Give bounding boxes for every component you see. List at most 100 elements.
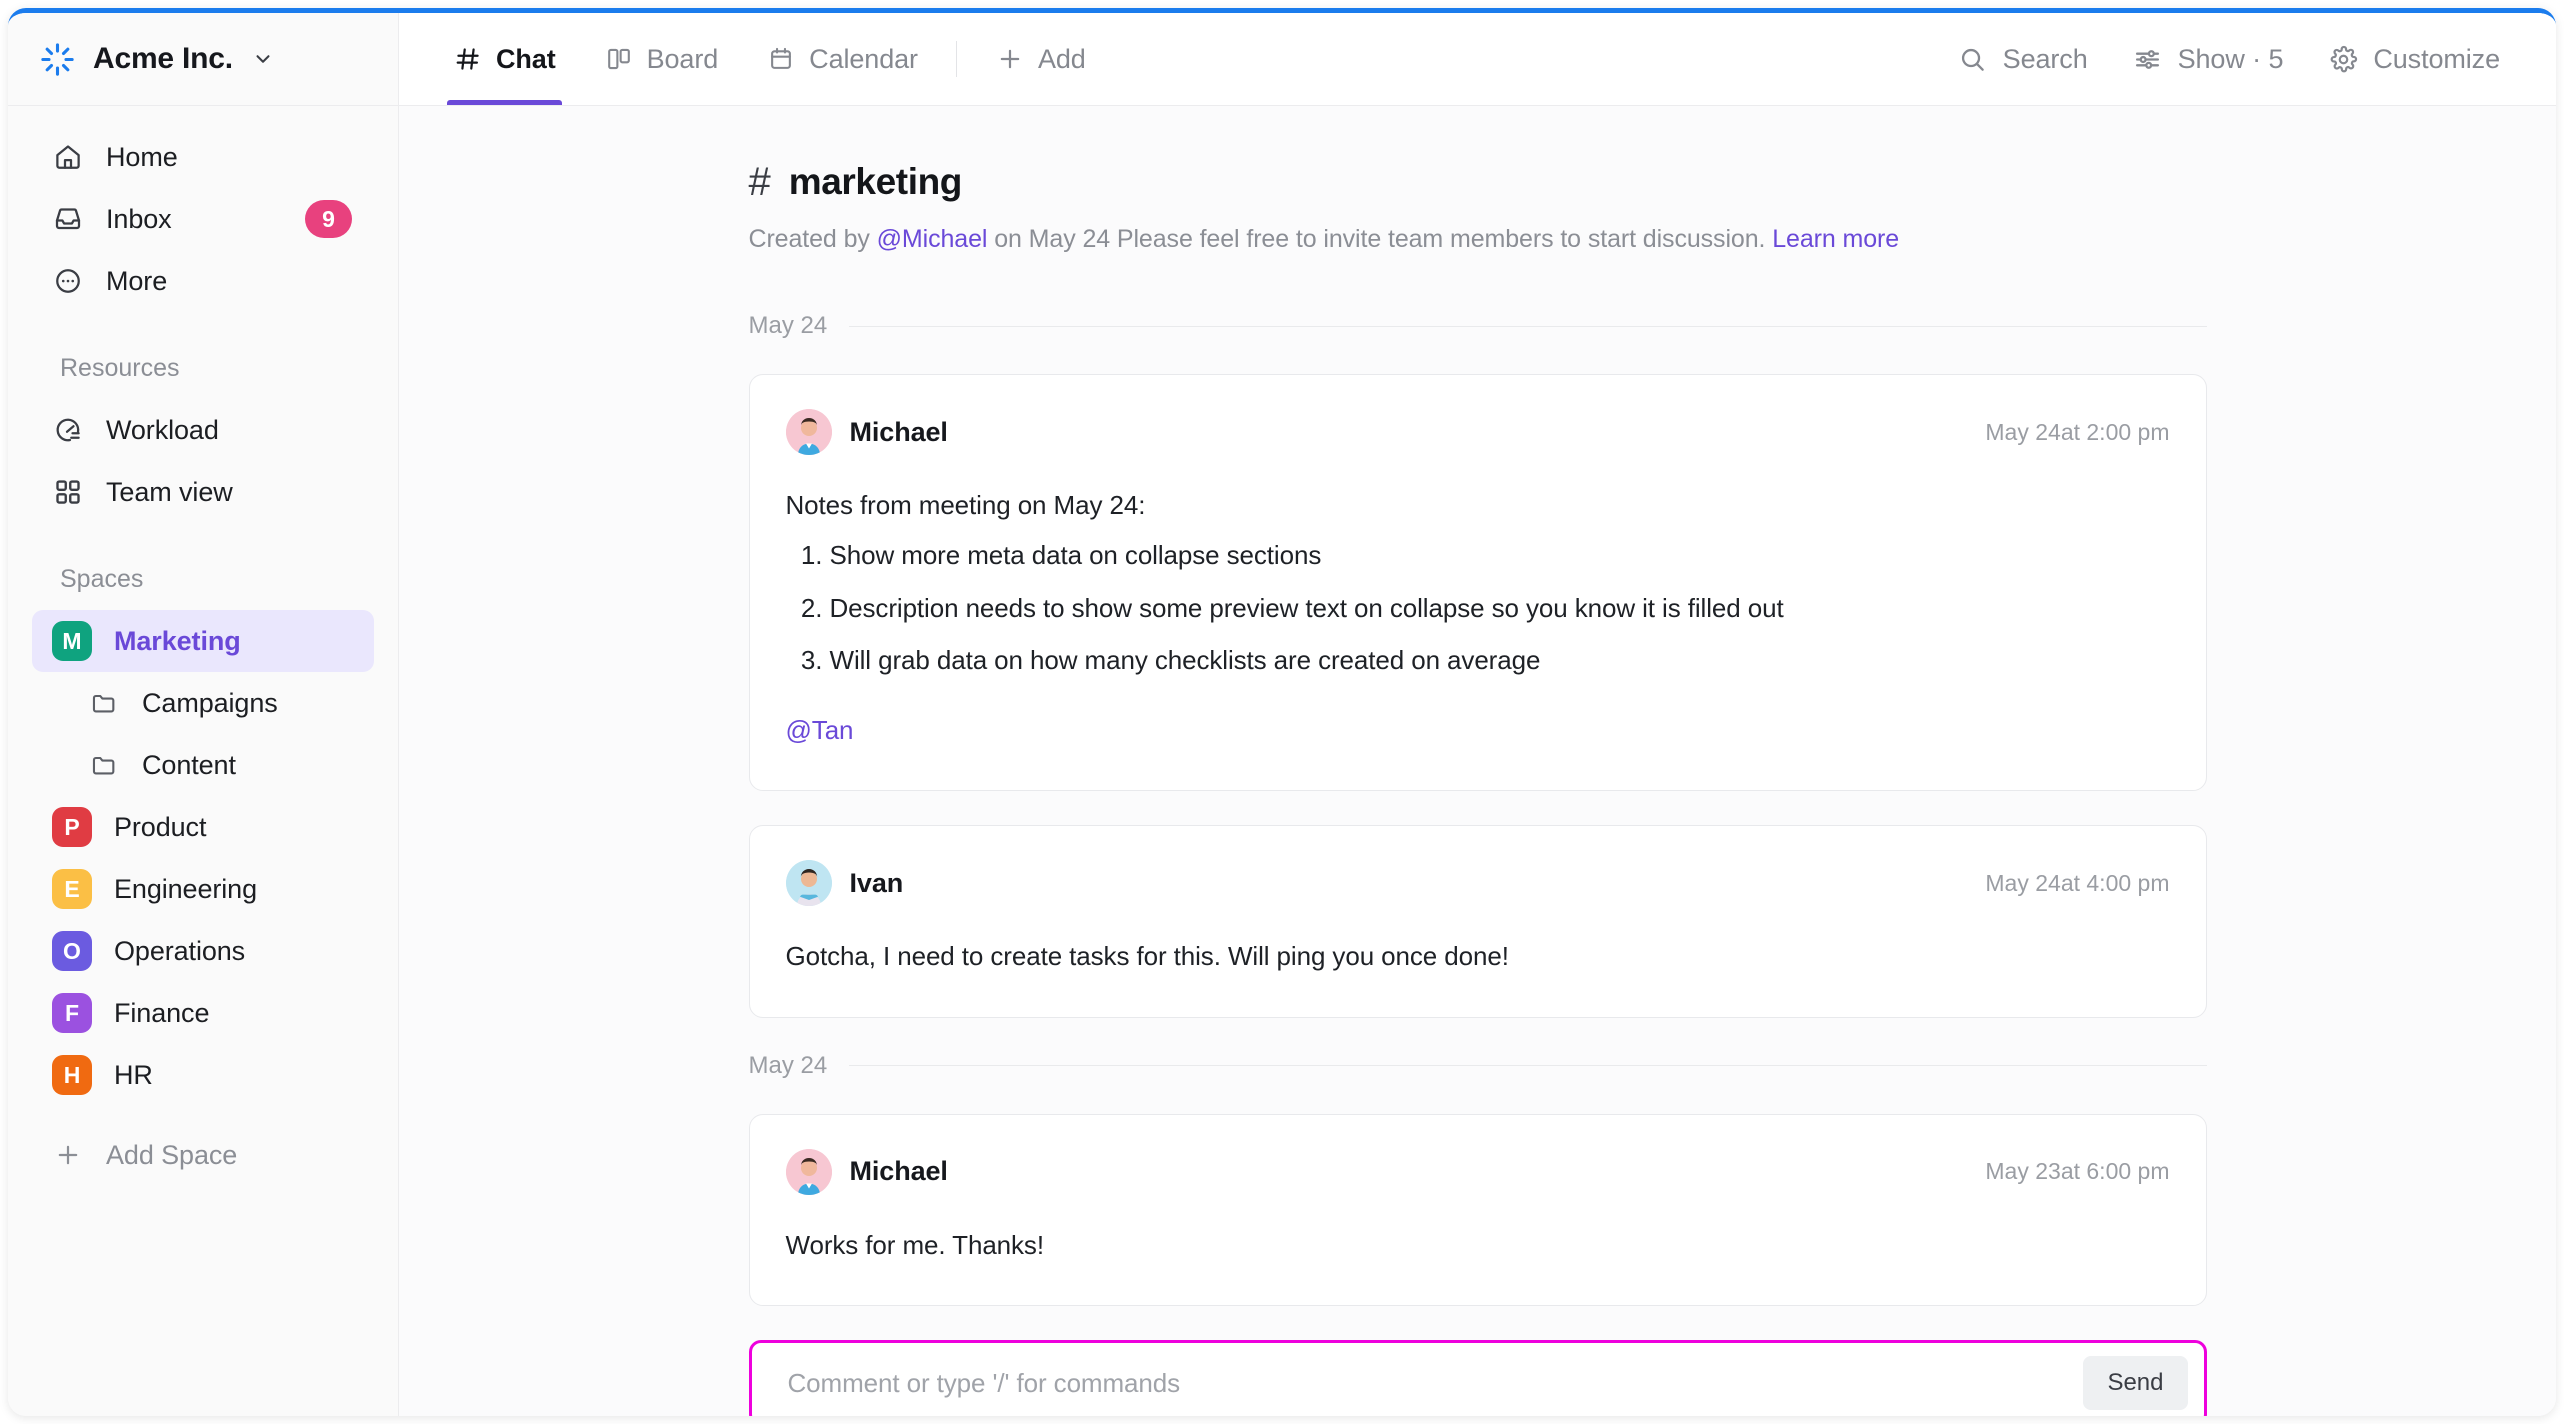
message-header: Michael May 24at 2:00 pm (786, 409, 2170, 455)
resources-group-title: Resources (8, 354, 398, 383)
message-timestamp: May 24at 2:00 pm (1985, 419, 2169, 446)
workspace-name: Acme Inc. (93, 42, 233, 76)
main-area: Chat Board (399, 13, 2556, 1416)
message-text: Works for me. Thanks! (786, 1225, 2170, 1265)
gear-icon (2327, 43, 2359, 75)
hash-icon: # (749, 162, 771, 202)
sidebar-item-label: Workload (106, 415, 219, 446)
space-avatar: H (52, 1055, 92, 1095)
space-label: Finance (114, 998, 209, 1029)
sidebar-space-hr[interactable]: H HR (32, 1044, 374, 1106)
date-divider: May 24 (749, 312, 2207, 340)
tab-board[interactable]: Board (580, 13, 743, 105)
sidebar-space-finance[interactable]: F Finance (32, 982, 374, 1044)
date-label: May 24 (749, 312, 828, 340)
message-timestamp: May 23at 6:00 pm (1985, 1158, 2169, 1185)
show-label: Show · 5 (2178, 44, 2284, 75)
channel-name: marketing (789, 161, 962, 203)
search-label: Search (2003, 44, 2088, 75)
divider-line (849, 326, 2206, 327)
plus-icon (52, 1139, 84, 1171)
date-divider: May 24 (749, 1052, 2207, 1080)
list-item: Show more meta data on collapse sections (830, 535, 2170, 575)
sidebar-item-more[interactable]: More (32, 250, 374, 312)
sidebar-item-workload[interactable]: Workload (32, 399, 374, 461)
ellipsis-circle-icon (52, 265, 84, 297)
sidebar-item-team-view[interactable]: Team view (32, 461, 374, 523)
message-body: Gotcha, I need to create tasks for this.… (786, 936, 2170, 976)
workspace-switcher[interactable]: Acme Inc. (8, 13, 398, 106)
inbox-badge: 9 (305, 200, 352, 238)
chevron-down-icon[interactable] (252, 48, 274, 70)
spaces-group-title: Spaces (8, 565, 398, 594)
chat-content: # marketing Created by @Michael on May 2… (399, 106, 2556, 1416)
message-author: Michael (850, 1156, 948, 1187)
add-space-button[interactable]: Add Space (32, 1124, 374, 1186)
sidebar: Acme Inc. Home (8, 13, 399, 1416)
send-button[interactable]: Send (2083, 1356, 2187, 1410)
sidebar-folder-content[interactable]: Content (32, 734, 374, 796)
message-timestamp: May 24at 4:00 pm (1985, 870, 2169, 897)
list-item: Description needs to show some preview t… (830, 588, 2170, 628)
learn-more-link[interactable]: Learn more (1772, 225, 1899, 253)
message-card: Michael May 23at 6:00 pm Works for me. T… (749, 1114, 2207, 1306)
tab-label: Calendar (809, 44, 918, 75)
message-body: Notes from meeting on May 24: Show more … (786, 485, 2170, 750)
sidebar-item-label: Inbox (106, 204, 172, 235)
comment-input[interactable] (788, 1368, 2084, 1399)
created-middle: on May 24 Please feel free to invite tea… (987, 225, 1772, 253)
tab-divider (956, 41, 957, 77)
tab-label: Board (647, 44, 719, 75)
folder-label: Campaigns (142, 688, 278, 719)
comment-composer[interactable]: Send (749, 1340, 2207, 1416)
divider-line (849, 1065, 2206, 1066)
sidebar-space-product[interactable]: P Product (32, 796, 374, 858)
tab-label: Chat (496, 44, 556, 75)
message-text: Notes from meeting on May 24: (786, 485, 2170, 525)
tab-add[interactable]: Add (971, 13, 1110, 105)
space-label: Operations (114, 936, 245, 967)
message-card: Michael May 24at 2:00 pm Notes from meet… (749, 374, 2207, 791)
avatar (786, 1149, 832, 1195)
date-label: May 24 (749, 1052, 828, 1080)
show-button[interactable]: Show · 5 (2110, 43, 2306, 75)
space-avatar: P (52, 807, 92, 847)
app-window: Acme Inc. Home (8, 8, 2556, 1416)
sidebar-item-inbox[interactable]: Inbox 9 (32, 188, 374, 250)
home-icon (52, 141, 84, 173)
sidebar-space-marketing[interactable]: M Marketing (32, 610, 374, 672)
message-text: Gotcha, I need to create tasks for this.… (786, 936, 2170, 976)
customize-button[interactable]: Customize (2305, 43, 2522, 75)
channel-description: Created by @Michael on May 24 Please fee… (749, 225, 2207, 254)
sidebar-folder-campaigns[interactable]: Campaigns (32, 672, 374, 734)
folder-icon (88, 749, 120, 781)
search-button[interactable]: Search (1935, 43, 2110, 75)
hash-icon (453, 44, 483, 74)
search-icon (1957, 43, 1989, 75)
space-avatar: O (52, 931, 92, 971)
avatar (786, 860, 832, 906)
tab-chat[interactable]: Chat (429, 13, 580, 105)
message-list: Show more meta data on collapse sections… (786, 535, 2170, 680)
add-space-label: Add Space (106, 1140, 237, 1171)
creator-mention[interactable]: @Michael (877, 225, 988, 253)
sidebar-space-operations[interactable]: O Operations (32, 920, 374, 982)
board-icon (604, 44, 634, 74)
primary-nav: Home Inbox 9 (8, 106, 398, 1186)
message-author: Ivan (850, 868, 904, 899)
sidebar-item-home[interactable]: Home (32, 126, 374, 188)
tab-calendar[interactable]: Calendar (742, 13, 942, 105)
sidebar-space-engineering[interactable]: E Engineering (32, 858, 374, 920)
message-card: Ivan May 24at 4:00 pm Gotcha, I need to … (749, 825, 2207, 1017)
page-title: # marketing (749, 161, 2207, 203)
space-avatar: M (52, 621, 92, 661)
space-label: HR (114, 1060, 153, 1091)
message-author: Michael (850, 417, 948, 448)
sparkle-logo-icon (39, 41, 76, 78)
message-body: Works for me. Thanks! (786, 1225, 2170, 1265)
message-header: Ivan May 24at 4:00 pm (786, 860, 2170, 906)
folder-icon (88, 687, 120, 719)
message-mention[interactable]: @Tan (786, 710, 854, 750)
space-label: Engineering (114, 874, 257, 905)
tab-label: Add (1038, 44, 1086, 75)
